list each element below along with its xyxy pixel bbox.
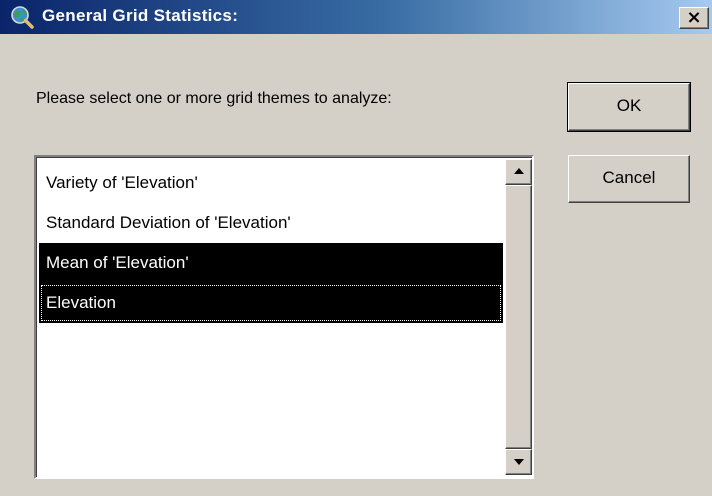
- window-title: General Grid Statistics:: [42, 6, 239, 25]
- list-item-elevation[interactable]: Elevation: [39, 283, 503, 323]
- title-bar[interactable]: General Grid Statistics: ×: [0, 0, 712, 34]
- grid-themes-list: Variety of 'Elevation' Standard Deviatio…: [39, 163, 503, 323]
- scrollbar-thumb[interactable]: [505, 185, 532, 449]
- close-button[interactable]: ×: [679, 7, 709, 29]
- general-grid-statistics-dialog: General Grid Statistics: × Please select…: [0, 0, 712, 496]
- grid-themes-listbox[interactable]: Variety of 'Elevation' Standard Deviatio…: [34, 155, 534, 479]
- scroll-up-button[interactable]: [505, 159, 532, 185]
- instruction-label: Please select one or more grid themes to…: [36, 90, 392, 107]
- arrow-up-icon: [514, 168, 524, 174]
- scroll-down-button[interactable]: [505, 449, 532, 475]
- arrow-down-icon: [514, 459, 524, 465]
- list-item-variety-elevation[interactable]: Variety of 'Elevation': [39, 163, 503, 203]
- vertical-scrollbar[interactable]: [505, 159, 532, 475]
- list-item-mean-elevation[interactable]: Mean of 'Elevation': [39, 243, 503, 283]
- globe-magnifier-icon: [11, 6, 34, 29]
- list-item-std-dev-elevation[interactable]: Standard Deviation of 'Elevation': [39, 203, 503, 243]
- cancel-button[interactable]: Cancel: [568, 155, 690, 203]
- ok-button[interactable]: OK: [567, 82, 691, 132]
